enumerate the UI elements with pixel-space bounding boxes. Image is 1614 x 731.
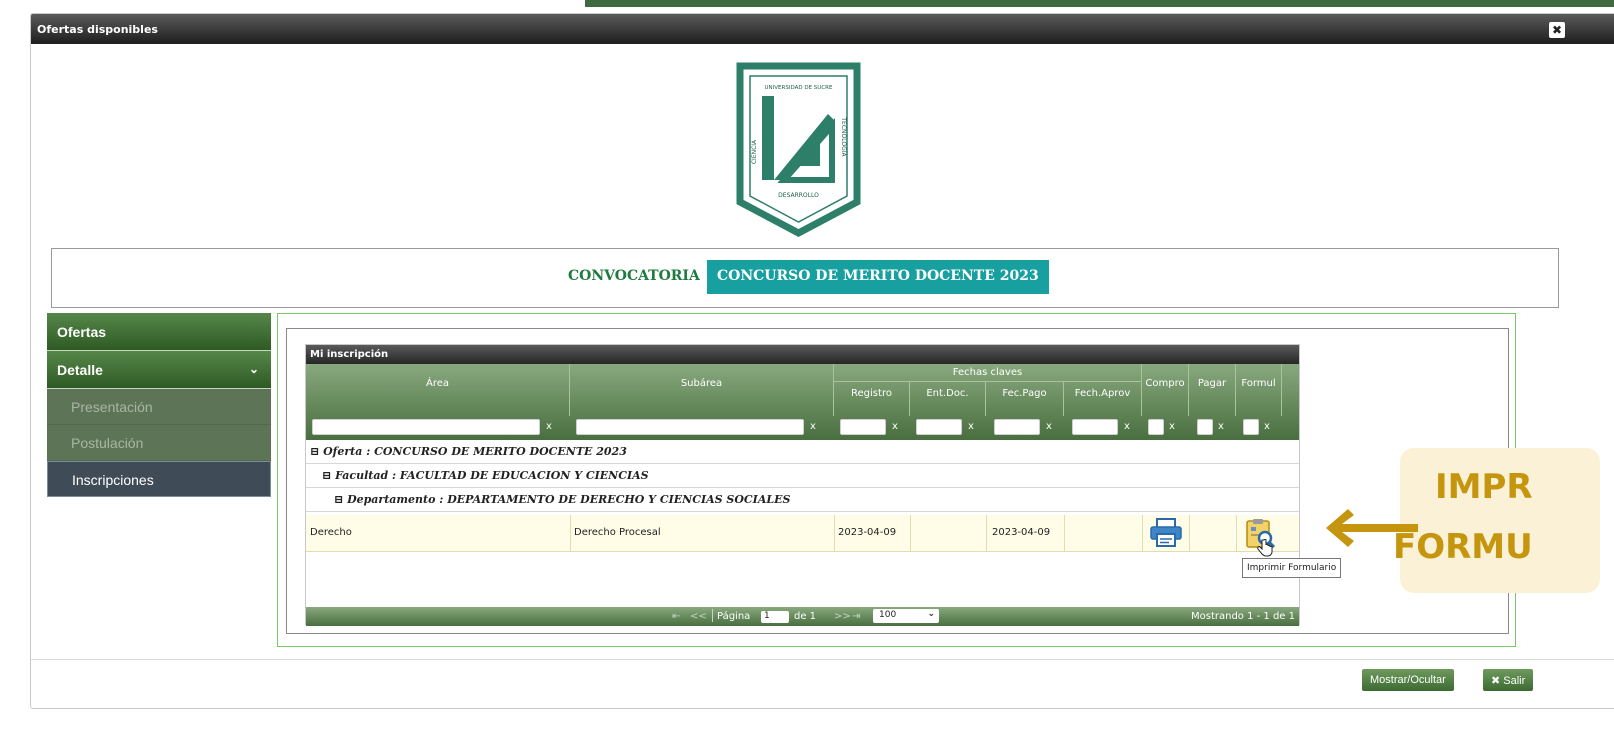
- filter-pagar-clear[interactable]: x: [1218, 421, 1224, 432]
- inscription-grid: Mi inscripción Área Subárea Fechas clave…: [305, 344, 1300, 626]
- printer-icon[interactable]: [1149, 518, 1183, 548]
- cell-subarea: Derecho Procesal: [574, 527, 661, 538]
- filter-formul-input[interactable]: [1243, 419, 1259, 435]
- group-label: Oferta : CONCURSO DE MERITO DOCENTE 2023: [323, 445, 627, 458]
- group-toggle-icon[interactable]: ⊟: [334, 493, 343, 506]
- menu-subitem-inscripciones[interactable]: Inscripciones: [47, 461, 271, 497]
- menu-item-ofertas[interactable]: Ofertas: [47, 313, 271, 351]
- grid-caption: Mi inscripción: [306, 345, 1299, 364]
- menu-subitem-postulacion[interactable]: Postulación: [47, 425, 271, 461]
- content-inner: Mi inscripción Área Subárea Fechas clave…: [286, 328, 1509, 634]
- column-header-compr[interactable]: Compro: [1142, 364, 1189, 416]
- footer-divider: [31, 659, 1614, 660]
- logo-right-text: TECNOLOGÍA: [840, 116, 847, 157]
- cell-fecpago: 2023-04-09: [992, 527, 1051, 538]
- tooltip: Imprimir Formulario: [1242, 558, 1342, 578]
- annotation-line1: IMPR: [1435, 467, 1533, 507]
- column-header-subarea[interactable]: Subárea: [570, 364, 834, 416]
- filter-compr-input[interactable]: [1148, 419, 1164, 435]
- top-band: [585, 0, 1614, 7]
- filter-area-clear[interactable]: x: [546, 421, 552, 432]
- filter-area-input[interactable]: [312, 419, 540, 435]
- close-icon: ✖: [1491, 675, 1501, 687]
- filter-fechaprov-clear[interactable]: x: [1124, 421, 1130, 432]
- salir-button[interactable]: ✖ Salir: [1483, 669, 1534, 691]
- pager-last-icon[interactable]: ⇥: [852, 611, 860, 622]
- offers-dialog: Ofertas disponibles ✖ UNIVERSIDAD DE SUC…: [30, 13, 1614, 709]
- group-label: Facultad : FACULTAD DE EDUCACION Y CIENC…: [335, 469, 649, 482]
- table-row[interactable]: Derecho Derecho Procesal 2023-04-09 2023…: [306, 515, 1299, 557]
- group-label: Departamento : DEPARTAMENTO DE DERECHO Y…: [347, 493, 791, 506]
- group-row-departamento[interactable]: ⊟ Departamento : DEPARTAMENTO DE DERECHO…: [306, 488, 1299, 512]
- pager-next-icon[interactable]: >>: [834, 611, 851, 622]
- column-header-pagar[interactable]: Pagar: [1189, 364, 1236, 416]
- convocatoria-label: CONVOCATORIA: [568, 268, 700, 284]
- menu-subitem-label: Postulación: [71, 435, 144, 451]
- filter-fecpago-clear[interactable]: x: [1046, 421, 1052, 432]
- mostrar-ocultar-button[interactable]: Mostrar/Ocultar: [1362, 669, 1454, 691]
- pager-showing-text: Mostrando 1 - 1 de 1: [1190, 611, 1295, 622]
- column-header-registro[interactable]: Registro: [834, 381, 910, 416]
- column-header-fechaprov[interactable]: Fech.Aprov: [1064, 381, 1142, 416]
- close-icon[interactable]: ✖: [1549, 22, 1565, 38]
- content-panel: Mi inscripción Área Subárea Fechas clave…: [277, 313, 1516, 647]
- filter-subarea-clear[interactable]: x: [810, 421, 816, 432]
- page-size-value: 100: [879, 610, 897, 620]
- column-header-formul[interactable]: Formul: [1236, 364, 1282, 416]
- menu-item-label: Detalle: [57, 362, 103, 378]
- dialog-title: Ofertas disponibles: [37, 23, 158, 36]
- filter-formul-clear[interactable]: x: [1264, 421, 1270, 432]
- button-label: Salir: [1503, 675, 1526, 687]
- filter-pagar-input[interactable]: [1197, 419, 1213, 435]
- side-menu: Ofertas Detalle ⌄ Presentación Postulaci…: [47, 313, 271, 497]
- logo-left-text: CIENCIA: [751, 139, 758, 164]
- convocatoria-banner: CONVOCATORIA CONCURSO DE MERITO DOCENTE …: [51, 248, 1559, 308]
- menu-subitem-label: Inscripciones: [72, 472, 154, 488]
- menu-item-label: Ofertas: [57, 324, 107, 340]
- group-toggle-icon[interactable]: ⊟: [322, 469, 331, 482]
- menu-subitem-label: Presentación: [71, 399, 153, 415]
- logo-top-text: UNIVERSIDAD DE SUCRE: [765, 85, 833, 91]
- menu-item-detalle[interactable]: Detalle ⌄: [47, 351, 271, 389]
- group-toggle-icon[interactable]: ⊟: [310, 445, 319, 458]
- button-label: Mostrar/Ocultar: [1370, 674, 1446, 686]
- pager-prev-icon[interactable]: <<: [690, 611, 707, 622]
- filter-subarea-input[interactable]: [576, 419, 804, 435]
- filter-registro-clear[interactable]: x: [892, 421, 898, 432]
- chevron-down-icon: ⌄: [927, 609, 935, 619]
- annotation-line2: FORMU: [1393, 527, 1533, 567]
- grid-header: Área Subárea Fechas claves Registro Ent.…: [306, 364, 1299, 440]
- cell-registro: 2023-04-09: [838, 527, 897, 538]
- column-header-fecpago[interactable]: Fec.Pago: [986, 381, 1064, 416]
- page-size-select[interactable]: 100 ⌄: [873, 609, 939, 623]
- column-header-area[interactable]: Área: [306, 364, 570, 416]
- hand-cursor-icon: [1257, 539, 1273, 557]
- screen: Ofertas disponibles ✖ UNIVERSIDAD DE SUC…: [0, 0, 1614, 731]
- convocatoria-name: CONCURSO DE MERITO DOCENTE 2023: [707, 260, 1049, 294]
- filter-entdoc-clear[interactable]: x: [968, 421, 974, 432]
- filter-entdoc-input[interactable]: [916, 419, 962, 435]
- filter-compr-clear[interactable]: x: [1169, 421, 1175, 432]
- filter-fecpago-input[interactable]: [994, 419, 1040, 435]
- column-header-entdoc[interactable]: Ent.Doc.: [910, 381, 986, 416]
- column-header-fechas: Fechas claves: [834, 364, 1142, 381]
- menu-subitem-presentacion[interactable]: Presentación: [47, 389, 271, 425]
- dialog-titlebar: Ofertas disponibles: [31, 14, 1614, 44]
- cell-area: Derecho: [310, 527, 352, 538]
- logo-bottom-text: DESARROLLO: [778, 192, 819, 199]
- filter-registro-input[interactable]: [840, 419, 886, 435]
- chevron-down-icon: ⌄: [248, 362, 259, 376]
- filter-fechaprov-input[interactable]: [1072, 419, 1118, 435]
- group-row-oferta[interactable]: ⊟ Oferta : CONCURSO DE MERITO DOCENTE 20…: [306, 440, 1299, 464]
- pager-page-label: Página: [712, 609, 750, 622]
- university-logo: UNIVERSIDAD DE SUCRE CIENCIA TECNOLOGÍA …: [736, 62, 861, 237]
- grid-pager: ⇤ << Página 1 de 1 >> ⇥ 100 ⌄ Mostrando …: [306, 607, 1299, 626]
- pager-first-icon[interactable]: ⇤: [672, 611, 680, 622]
- pager-of-label: de 1: [794, 611, 817, 622]
- pager-page-input[interactable]: 1: [761, 611, 789, 623]
- group-row-facultad[interactable]: ⊟ Facultad : FACULTAD DE EDUCACION Y CIE…: [306, 464, 1299, 488]
